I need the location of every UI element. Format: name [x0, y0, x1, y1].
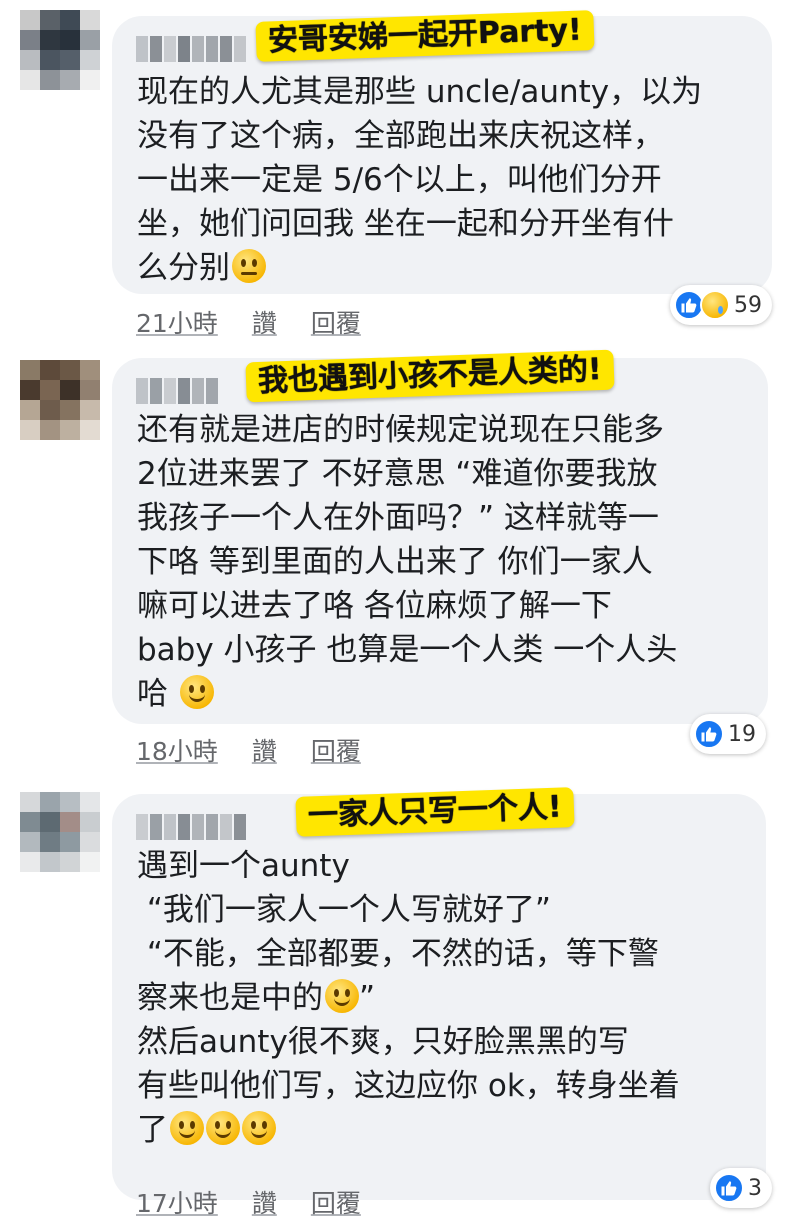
like-icon: [714, 1173, 744, 1203]
reaction-summary[interactable]: 59: [670, 285, 772, 325]
comment-text: 还有就是进店的时候规定说现在只能多 2位进来罢了 不好意思 “难道你要我放 我孩…: [137, 412, 678, 712]
avatar[interactable]: [20, 360, 100, 440]
reaction-count: 59: [734, 292, 762, 318]
reaction-count: 3: [748, 1175, 762, 1201]
commenter-name-blurred[interactable]: [136, 36, 246, 62]
slightly-smiling-face-emoji: [170, 1111, 204, 1145]
reply-button[interactable]: 回覆: [311, 1184, 361, 1220]
comment-text: 现在的人尤其是那些 uncle/aunty，以为 没有了这个病，全部跑出来庆祝这…: [137, 74, 703, 286]
avatar[interactable]: [20, 10, 100, 90]
comment-2: 还有就是进店的时候规定说现在只能多 2位进来罢了 不好意思 “难道你要我放 我孩…: [0, 340, 800, 770]
commenter-name-blurred[interactable]: [136, 378, 218, 404]
comment-actions: 18小時 讚 回覆: [136, 732, 361, 768]
like-button[interactable]: 讚: [252, 1184, 277, 1220]
reaction-summary[interactable]: 19: [690, 714, 766, 754]
comment-3: 遇到一个aunty “我们一家人一个人写就好了” “不能，全部都要，不然的话，等…: [0, 770, 800, 1228]
like-button[interactable]: 讚: [252, 304, 277, 340]
like-icon: [694, 719, 724, 749]
comment-bubble: 遇到一个aunty “我们一家人一个人写就好了” “不能，全部都要，不然的话，等…: [112, 794, 766, 1200]
comment-1: 现在的人尤其是那些 uncle/aunty，以为 没有了这个病，全部跑出来庆祝这…: [0, 0, 800, 340]
slightly-smiling-face-emoji: [179, 675, 214, 709]
reaction-count: 19: [728, 721, 756, 747]
slightly-smiling-face-emoji: [325, 979, 359, 1013]
sad-icon: [700, 290, 730, 320]
slightly-smiling-face-emoji: [242, 1111, 276, 1145]
reply-button[interactable]: 回覆: [311, 732, 361, 768]
timestamp-link[interactable]: 17小時: [136, 1184, 218, 1220]
comment-actions: 17小時 讚 回覆: [136, 1184, 361, 1220]
commenter-name-blurred[interactable]: [136, 814, 246, 840]
slightly-smiling-face-emoji: [206, 1111, 240, 1145]
reply-button[interactable]: 回覆: [311, 304, 361, 340]
timestamp-link[interactable]: 18小時: [136, 732, 218, 768]
like-button[interactable]: 讚: [252, 732, 277, 768]
comment-bubble: 还有就是进店的时候规定说现在只能多 2位进来罢了 不好意思 “难道你要我放 我孩…: [112, 358, 768, 724]
timestamp-link[interactable]: 21小時: [136, 304, 218, 340]
reaction-summary[interactable]: 3: [710, 1168, 772, 1208]
comment-bubble: 现在的人尤其是那些 uncle/aunty，以为 没有了这个病，全部跑出来庆祝这…: [112, 16, 772, 294]
comment-actions: 21小時 讚 回覆: [136, 304, 361, 340]
avatar[interactable]: [20, 792, 100, 872]
unamused-face-emoji: [232, 249, 266, 283]
comment-text: 遇到一个aunty “我们一家人一个人写就好了” “不能，全部都要，不然的话，等…: [137, 848, 680, 1148]
